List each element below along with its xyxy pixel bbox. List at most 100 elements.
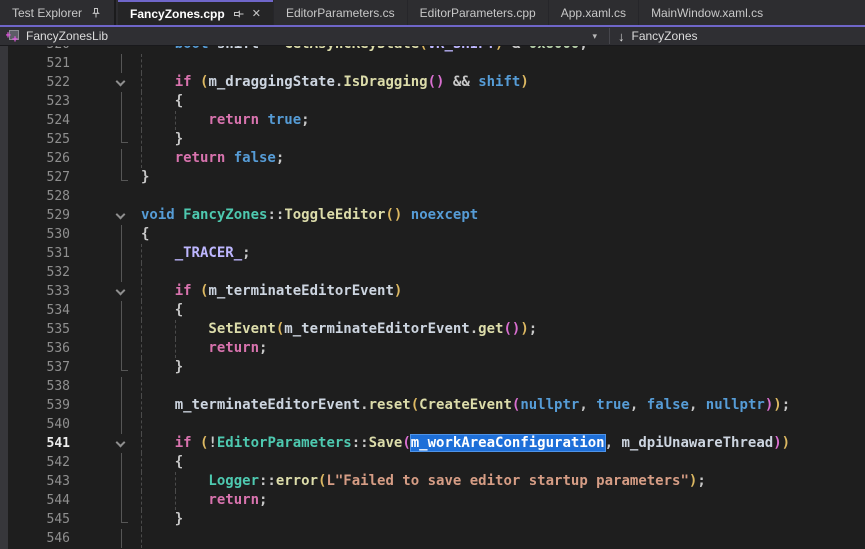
code-text[interactable]: } [141,168,865,187]
tab-mainwindow-xaml-cs[interactable]: MainWindow.xaml.cs [638,0,775,25]
code-line-523[interactable]: 523 { [0,92,865,111]
code-text[interactable]: if (m_terminateEditorEvent) [141,282,865,301]
code-line-538[interactable]: 538 [0,377,865,396]
code-text[interactable]: if (!EditorParameters::Save(m_workAreaCo… [141,434,865,453]
code-text[interactable]: } [141,510,865,529]
code-text[interactable]: SetEvent(m_terminateEditorEvent.get()); [141,320,865,339]
project-dropdown[interactable]: + + FancyZonesLib ▾ [0,27,609,45]
line-number[interactable]: 543 [0,472,70,491]
line-number[interactable]: 529 [0,206,70,225]
fold-chevron-icon[interactable] [116,77,126,87]
code-line-533[interactable]: 533 if (m_terminateEditorEvent) [0,282,865,301]
code-text[interactable]: { [141,453,865,472]
code-text[interactable]: _TRACER_; [141,244,865,263]
type-dropdown[interactable]: ↓ FancyZones [610,27,865,45]
code-line-520[interactable]: 520bool shift = GetAsyncKeyState(VK_SHIF… [0,46,865,54]
code-line-531[interactable]: 531 _TRACER_; [0,244,865,263]
code-text[interactable]: void FancyZones::ToggleEditor() noexcept [141,206,865,225]
pin-icon[interactable] [233,8,245,20]
tab-editorparameters-cs[interactable]: EditorParameters.cs [273,0,407,25]
code-text[interactable] [141,529,865,548]
code-line-527[interactable]: 527} [0,168,865,187]
line-number[interactable]: 544 [0,491,70,510]
code-line-536[interactable]: 536 return; [0,339,865,358]
code-text[interactable] [141,54,865,73]
line-number[interactable]: 526 [0,149,70,168]
code-text[interactable]: } [141,130,865,149]
tab-editorparameters-cpp[interactable]: EditorParameters.cpp [407,0,548,25]
code-line-546[interactable]: 546 [0,529,865,548]
code-line-521[interactable]: 521 [0,54,865,73]
code-token: m_terminateEditorEvent [208,283,393,299]
code-line-537[interactable]: 537} [0,358,865,377]
line-number[interactable]: 540 [0,415,70,434]
code-line-543[interactable]: 543 Logger::error(L"Failed to save editor… [0,472,865,491]
code-text[interactable] [141,415,865,434]
line-number[interactable]: 525 [0,130,70,149]
code-text[interactable]: return false; [141,149,865,168]
code-text[interactable]: m_terminateEditorEvent.reset(CreateEvent… [141,396,865,415]
code-line-522[interactable]: 522 if (m_draggingState.IsDragging() && s… [0,73,865,92]
line-number[interactable]: 532 [0,263,70,282]
code-line-530[interactable]: 530 { [0,225,865,244]
line-number[interactable]: 546 [0,529,70,548]
tab-app-xaml-cs[interactable]: App.xaml.cs [548,0,638,25]
line-number[interactable]: 523 [0,92,70,111]
code-text[interactable]: { [141,225,865,244]
code-line-534[interactable]: 534 { [0,301,865,320]
indent-guide [141,244,142,263]
line-number[interactable]: 541 [0,434,70,453]
tab-test-explorer[interactable]: Test Explorer [0,0,116,25]
code-line-528[interactable]: 528 [0,187,865,206]
code-line-545[interactable]: 545} [0,510,865,529]
line-number[interactable]: 522 [0,73,70,92]
line-number[interactable]: 545 [0,510,70,529]
code-line-541[interactable]: 541 if (!EditorParameters::Save(m_workAre… [0,434,865,453]
code-token: bool [175,46,217,52]
pin-icon[interactable] [90,7,102,19]
line-number[interactable]: 535 [0,320,70,339]
line-number[interactable]: 521 [0,54,70,73]
line-number[interactable]: 530 [0,225,70,244]
line-number[interactable]: 538 [0,377,70,396]
code-line-526[interactable]: 526 return false; [0,149,865,168]
code-text[interactable]: { [141,301,865,320]
line-number[interactable]: 537 [0,358,70,377]
code-line-525[interactable]: 525} [0,130,865,149]
code-text[interactable]: return; [141,491,865,510]
close-icon[interactable]: ✕ [252,7,261,20]
code-editor[interactable]: 520bool shift = GetAsyncKeyState(VK_SHIF… [0,46,865,549]
line-number[interactable]: 527 [0,168,70,187]
fold-chevron-icon[interactable] [116,438,126,448]
code-text[interactable]: if (m_draggingState.IsDragging() && shif… [141,73,865,92]
code-text[interactable] [141,263,865,282]
code-text[interactable] [141,377,865,396]
chevron-down-icon[interactable]: ▾ [592,31,597,42]
code-line-544[interactable]: 544 return; [0,491,865,510]
line-number[interactable]: 539 [0,396,70,415]
code-text[interactable]: return true; [141,111,865,130]
code-line-540[interactable]: 540 [0,415,865,434]
code-line-542[interactable]: 542 { [0,453,865,472]
fold-chevron-icon[interactable] [116,210,126,220]
code-line-524[interactable]: 524 return true; [0,111,865,130]
code-text[interactable] [141,187,865,206]
line-number[interactable]: 528 [0,187,70,206]
line-number[interactable]: 524 [0,111,70,130]
line-number[interactable]: 531 [0,244,70,263]
code-text[interactable]: { [141,92,865,111]
code-line-529[interactable]: 529 void FancyZones::ToggleEditor() noexc… [0,206,865,225]
code-line-535[interactable]: 535 SetEvent(m_terminateEditorEvent.get()… [0,320,865,339]
code-text[interactable]: Logger::error(L"Failed to save editor st… [141,472,865,491]
code-text[interactable]: return; [141,339,865,358]
line-number[interactable]: 534 [0,301,70,320]
tab-fancyzones-cpp[interactable]: FancyZones.cpp ✕ [118,0,273,25]
line-number[interactable]: 533 [0,282,70,301]
fold-scope-end [121,168,128,181]
line-number[interactable]: 536 [0,339,70,358]
fold-chevron-icon[interactable] [116,286,126,296]
code-text[interactable]: } [141,358,865,377]
code-line-532[interactable]: 532 [0,263,865,282]
line-number[interactable]: 542 [0,453,70,472]
code-line-539[interactable]: 539 m_terminateEditorEvent.reset(CreateEv… [0,396,865,415]
